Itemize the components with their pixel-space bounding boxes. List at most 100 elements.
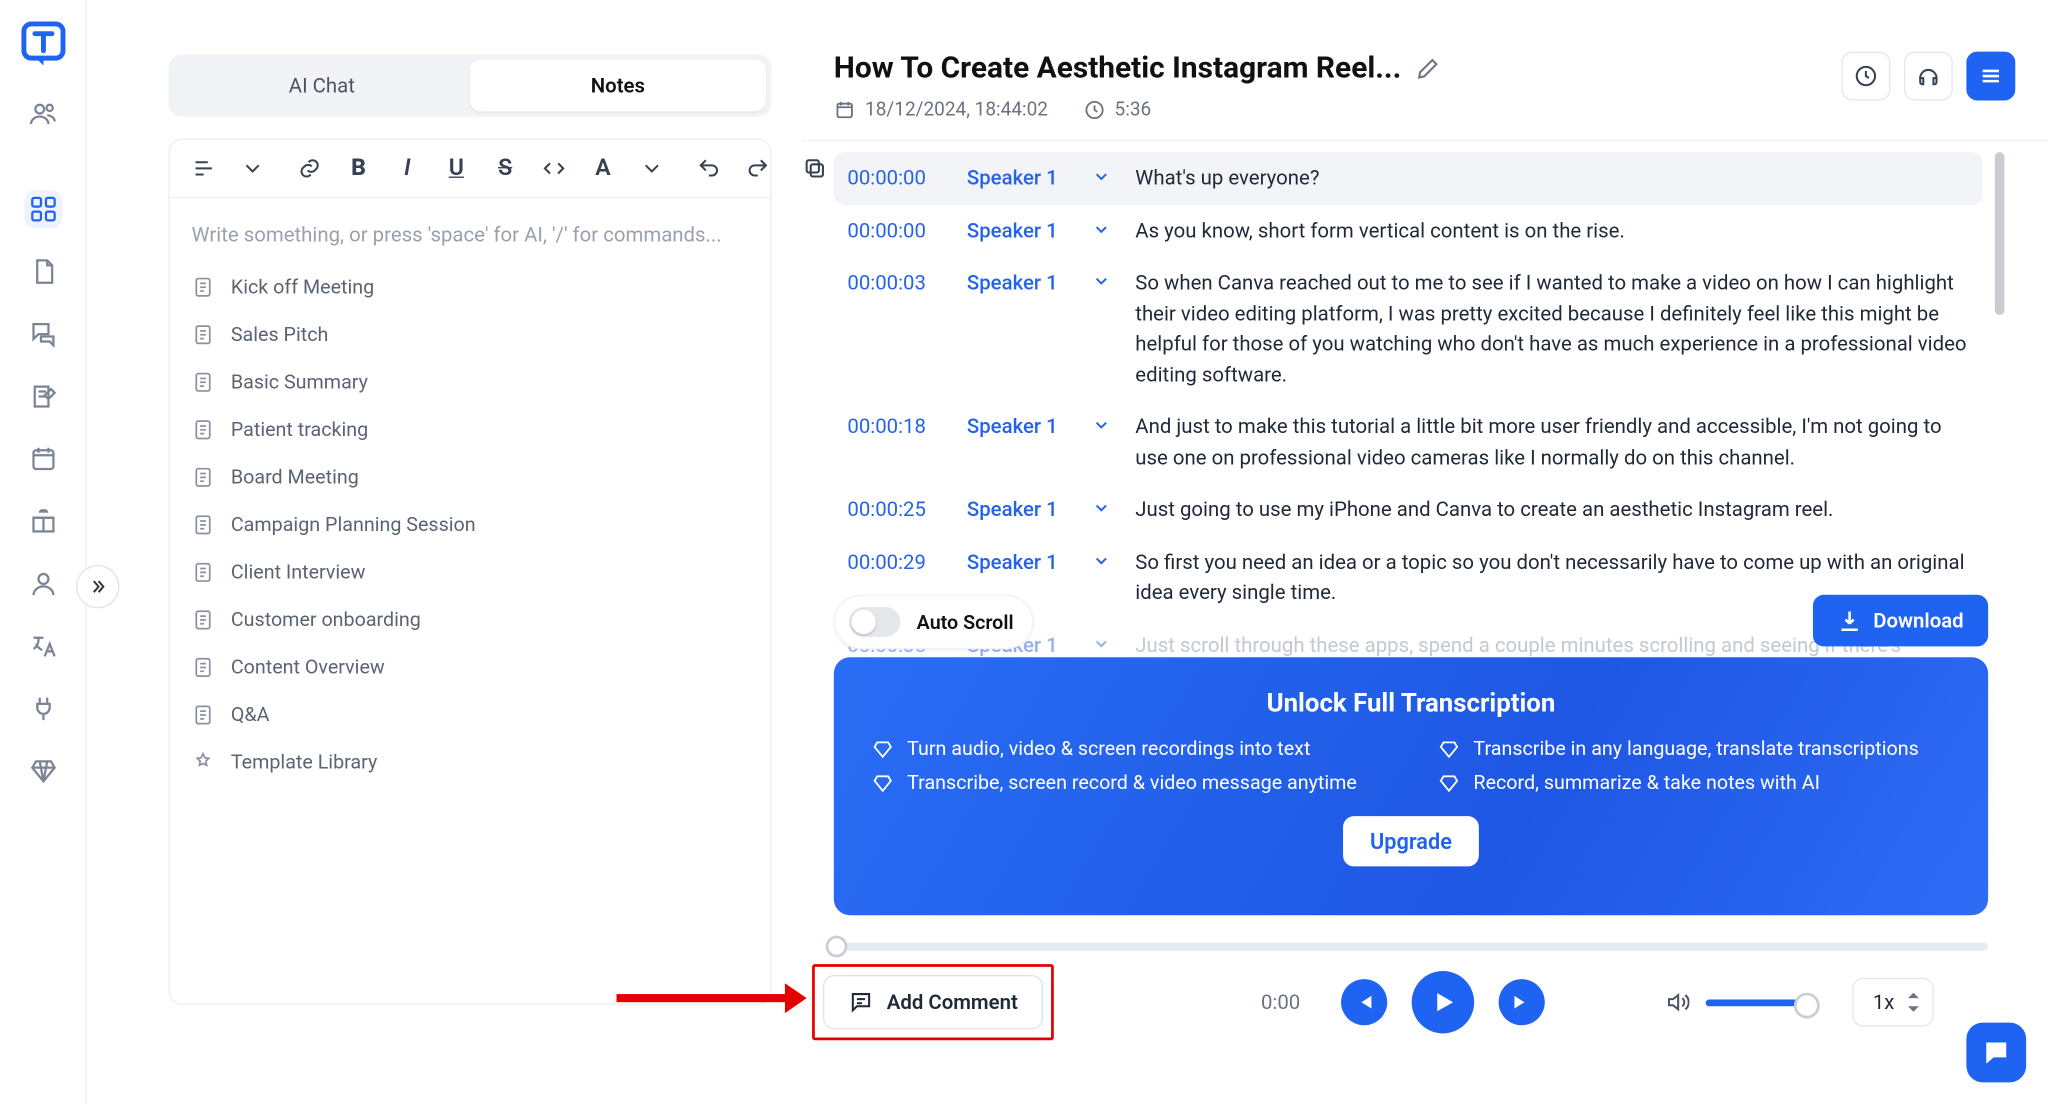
progress-handle[interactable] (826, 936, 848, 958)
current-time: 0:00 (1261, 990, 1300, 1014)
transcript-text: So when Canva reached out to me to see i… (1135, 268, 1969, 390)
template-item[interactable]: Board Meeting (178, 454, 762, 502)
banner-title: Unlock Full Transcription (872, 687, 1950, 718)
plug-icon[interactable] (24, 690, 62, 728)
autoscroll-label: Auto Scroll (917, 610, 1014, 633)
timestamp[interactable]: 00:00:03 (847, 268, 947, 390)
timestamp[interactable]: 00:00:18 (847, 411, 947, 472)
template-item[interactable]: Q&A (178, 691, 762, 739)
transcript-row[interactable]: 00:00:00 Speaker 1 As you know, short fo… (834, 204, 1983, 256)
template-item[interactable]: Kick off Meeting (178, 263, 762, 311)
template-item[interactable]: Basic Summary (178, 359, 762, 407)
chevron-down-icon[interactable] (637, 153, 667, 183)
timestamp[interactable]: 00:00:25 (847, 494, 947, 525)
template-label: Basic Summary (231, 371, 368, 394)
download-button[interactable]: Download (1813, 595, 1988, 647)
chevron-down-icon[interactable] (1092, 411, 1116, 472)
next-button[interactable] (1499, 979, 1545, 1025)
chevron-down-icon[interactable] (1092, 215, 1116, 246)
redo-button[interactable] (743, 153, 773, 183)
speed-selector[interactable]: 1x (1852, 978, 1933, 1027)
speaker[interactable]: Speaker 1 (967, 494, 1073, 525)
code-button[interactable] (539, 153, 569, 183)
link-icon[interactable] (295, 153, 325, 183)
banner-item: Record, summarize & take notes with AI (1438, 771, 1950, 794)
template-item[interactable]: Client Interview (178, 549, 762, 597)
italic-button[interactable]: I (392, 153, 422, 183)
notes-panel: AI Chat Notes B I U S A (168, 54, 771, 1005)
chevron-down-icon[interactable] (1092, 268, 1116, 390)
transcript-row[interactable]: 00:00:00 Speaker 1 What's up everyone? (834, 152, 1983, 204)
chevron-down-icon[interactable] (1092, 494, 1116, 525)
play-button[interactable] (1412, 971, 1474, 1033)
volume-slider[interactable] (1706, 999, 1812, 1006)
tab-aichat[interactable]: AI Chat (174, 60, 470, 112)
dashboard-icon[interactable] (24, 190, 62, 228)
transcript-text: Just going to use my iPhone and Canva to… (1135, 494, 1969, 525)
edit-note-icon[interactable] (24, 378, 62, 416)
template-item[interactable]: Sales Pitch (178, 311, 762, 359)
template-item[interactable]: Content Overview (178, 644, 762, 692)
gift-icon[interactable] (24, 502, 62, 540)
sidebar-rail (0, 0, 87, 1104)
template-label: Patient tracking (231, 418, 368, 441)
people-icon[interactable] (24, 95, 62, 133)
transcript-row[interactable]: 00:00:25 Speaker 1 Just going to use my … (834, 483, 1983, 535)
volume-control[interactable] (1665, 990, 1812, 1014)
template-library[interactable]: Template Library (178, 739, 762, 787)
transcript-row[interactable]: 00:00:18 Speaker 1 And just to make this… (834, 401, 1983, 484)
notes-editor: B I U S A Write something, or press (168, 139, 771, 1005)
document-icon[interactable] (24, 253, 62, 291)
calendar-icon[interactable] (24, 440, 62, 478)
chevron-down-icon[interactable] (238, 153, 268, 183)
volume-icon (1665, 990, 1689, 1014)
underline-button[interactable]: U (441, 153, 471, 183)
template-item[interactable]: Customer onboarding (178, 596, 762, 644)
speaker[interactable]: Speaker 1 (967, 163, 1073, 194)
prev-button[interactable] (1341, 979, 1387, 1025)
translate-icon[interactable] (24, 627, 62, 665)
template-item[interactable]: Patient tracking (178, 406, 762, 454)
text-color-button[interactable]: A (588, 153, 618, 183)
transcript-row[interactable]: 00:00:03 Speaker 1 So when Canva reached… (834, 257, 1983, 401)
strike-button[interactable]: S (490, 153, 520, 183)
app-logo[interactable] (16, 16, 70, 70)
speaker[interactable]: Speaker 1 (967, 215, 1073, 246)
template-label: Kick off Meeting (231, 276, 374, 299)
chat-fab[interactable] (1966, 1023, 2026, 1083)
editor-toolbar: B I U S A (170, 140, 770, 198)
scrollbar-thumb[interactable] (1995, 152, 2005, 315)
edit-title-icon[interactable] (1415, 56, 1439, 80)
editor-placeholder[interactable]: Write something, or press 'space' for AI… (170, 198, 770, 258)
menu-button[interactable] (1966, 52, 2015, 101)
download-icon (1838, 608, 1862, 632)
chevron-down-icon[interactable] (1092, 547, 1116, 608)
timestamp[interactable]: 00:00:00 (847, 215, 947, 246)
paragraph-style-button[interactable] (189, 153, 219, 183)
upgrade-button[interactable]: Upgrade (1343, 816, 1479, 866)
speaker[interactable]: Speaker 1 (967, 268, 1073, 390)
expand-sidebar-button[interactable] (76, 565, 119, 608)
timestamp[interactable]: 00:00:00 (847, 163, 947, 194)
toggle-switch[interactable] (849, 607, 901, 637)
undo-button[interactable] (694, 153, 724, 183)
diamond-icon[interactable] (24, 752, 62, 790)
add-comment-button[interactable]: Add Comment (823, 975, 1044, 1029)
template-label: Campaign Planning Session (231, 513, 476, 536)
tab-notes[interactable]: Notes (470, 60, 766, 112)
comment-icon (849, 990, 873, 1014)
speaker[interactable]: Speaker 1 (967, 411, 1073, 472)
history-button[interactable] (1841, 52, 1890, 101)
listen-button[interactable] (1904, 52, 1953, 101)
user-icon[interactable] (24, 565, 62, 603)
template-item[interactable]: Campaign Planning Session (178, 501, 762, 549)
chevron-down-icon[interactable] (1092, 163, 1116, 194)
autoscroll-toggle[interactable]: Auto Scroll (834, 595, 1034, 649)
progress-track[interactable] (834, 942, 1988, 950)
bold-button[interactable]: B (344, 153, 374, 183)
panel-tabs: AI Chat Notes (168, 54, 771, 116)
main-header: How To Create Aesthetic Instagram Reel..… (801, 0, 2048, 141)
chat-icon[interactable] (24, 315, 62, 353)
diamond-icon (872, 738, 894, 760)
add-comment-label: Add Comment (887, 990, 1018, 1014)
